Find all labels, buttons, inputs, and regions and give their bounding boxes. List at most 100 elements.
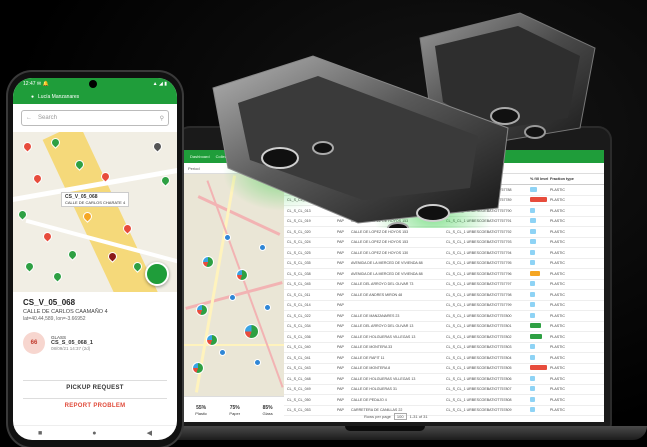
table-row[interactable]: CL_S_CL_020 PAP CALLE DE LOPEZ DE HOYOS 15… xyxy=(284,227,604,238)
fill-level-bar xyxy=(530,354,535,360)
row-id: CL_S_CL_035 xyxy=(287,261,311,266)
table-row[interactable]: CL_S_CL_011 PAP CALLE DE ANDRES MIRON 48 CL… xyxy=(284,290,604,301)
container-marker[interactable] xyxy=(219,349,226,356)
container-marker[interactable] xyxy=(259,244,266,251)
table-row[interactable]: CL_S_CL_043 PAP CALLE DE MONTERA 8 CL_S_CL_… xyxy=(284,364,604,374)
cluster-marker[interactable] xyxy=(244,324,259,339)
row-type-code: PAP xyxy=(337,303,344,308)
container-pin[interactable] xyxy=(159,174,172,187)
fill-level-bar xyxy=(530,323,541,329)
table-row[interactable]: CL_S_CL_035 PAP AVENIDA DE LA MERCED DE VI… xyxy=(284,259,604,269)
detail-code: CS_V_05_068 xyxy=(23,298,76,307)
table-row[interactable]: CL_S_CL_048 PAP CALLE DE HOLGUERAS VILLEGA… xyxy=(284,374,604,385)
row-container-id: CL_S_CL_1 URBESCOEBATIOT757800 xyxy=(446,313,512,318)
row-fraction-type: PLASTIC xyxy=(550,387,565,392)
row-id: CL_S_CL_025 xyxy=(287,250,311,255)
table-row[interactable]: CL_S_CL_050 PAP CALLE DE PEDAJO 4 CL_S_CL_1… xyxy=(284,395,604,406)
fill-level-bar xyxy=(530,239,536,245)
container-pin[interactable] xyxy=(21,140,34,153)
row-container-id: CL_S_CL_1 URBESCOEBATIOT757796 xyxy=(446,271,512,276)
container-pin[interactable] xyxy=(23,260,36,273)
row-container-id: CL_S_CL_1 URBESCOEBATIOT757798 xyxy=(446,292,512,297)
pagination: Rows per page 100 1-31 of 31 xyxy=(364,413,428,420)
user-bar: ● Lucía Manzanares xyxy=(13,90,177,104)
row-address: CARRETERA DE CANILLAS 22 xyxy=(351,408,403,413)
filter-icon[interactable]: ⚲ xyxy=(160,115,164,122)
container-pin[interactable] xyxy=(31,172,44,185)
row-fraction-type: PLASTIC xyxy=(550,313,565,318)
table-row[interactable]: CL_S_CL_045 PAP CALLE DEL ARROYO DEL OLIVA… xyxy=(284,280,604,290)
container-pin[interactable] xyxy=(66,248,79,261)
table-row[interactable]: CL_S_CL_040 PAP CALLE DE MONTERA 33 CL_S_CL… xyxy=(284,343,604,353)
row-container-id: CL_S_CL_1 URBESCOEBATIOT757794 xyxy=(446,250,512,255)
my-location-button[interactable] xyxy=(145,262,169,286)
report-problem-button[interactable]: REPORT PROBLEM xyxy=(23,398,167,413)
row-fraction-type: PLASTIC xyxy=(550,324,565,329)
cluster-marker[interactable] xyxy=(202,256,214,268)
fill-level-bar xyxy=(530,186,537,192)
container-pin[interactable] xyxy=(41,230,54,243)
container-marker[interactable] xyxy=(224,234,231,241)
status-time: 12:47 ✉ 🔔 xyxy=(23,81,49,87)
row-id: CL_S_CL_022 xyxy=(287,313,311,318)
table-row[interactable]: CL_S_CL_034 PAP CALLE DEL ARROYO DEL OLIVA… xyxy=(284,322,604,332)
search-input[interactable]: ← Search ⚲ xyxy=(21,110,169,126)
table-row[interactable]: CL_S_CL_041 PAP CALLE DE RAFIT 11 CL_S_CL_1… xyxy=(284,353,604,364)
cluster-marker[interactable] xyxy=(206,334,218,346)
cluster-marker[interactable] xyxy=(196,304,208,316)
row-type-code: PAP xyxy=(337,345,344,350)
row-address: CALLE DE PEDAJO 4 xyxy=(351,397,387,402)
row-type-code: PAP xyxy=(337,282,344,287)
pickup-request-button[interactable]: PICKUP REQUEST xyxy=(23,380,167,395)
row-type-code: PAP xyxy=(337,292,344,297)
row-container-id: CL_S_CL_1 URBESCOEBATIOT757809 xyxy=(446,408,512,413)
container-marker[interactable] xyxy=(254,359,261,366)
table-row[interactable]: CL_S_CL_038 PAP AVENIDA DE LA MERCED DE VI… xyxy=(284,269,604,280)
container-marker[interactable] xyxy=(264,304,271,311)
row-type-code: PAP xyxy=(337,313,344,318)
table-row[interactable]: CL_S_CL_025 PAP CALLE DE LOPEZ DE HOYOS 13… xyxy=(284,248,604,259)
row-id: CL_S_CL_043 xyxy=(287,366,311,371)
row-fraction-type: PLASTIC xyxy=(550,240,565,245)
table-row[interactable]: CL_S_CL_022 PAP CALLE DE MANZANARES 23 CL_S… xyxy=(284,311,604,322)
table-row[interactable]: CL_S_CL_036 PAP CALLE DE HOLGUERAS VILLEGA… xyxy=(284,332,604,343)
container-marker[interactable] xyxy=(229,294,236,301)
row-type-code: PAP xyxy=(337,334,344,339)
row-fraction-type: PLASTIC xyxy=(550,208,565,213)
fill-level-bar xyxy=(530,302,535,308)
cluster-marker[interactable] xyxy=(236,269,248,281)
nav-back-icon[interactable]: ◀ xyxy=(147,429,152,437)
stat-paper: 75% Paper xyxy=(229,404,241,416)
table-row[interactable]: CL_S_CL_049 PAP CALLE DE HOLGUERAS 31 CL_S_… xyxy=(284,385,604,395)
period-filter[interactable]: Period xyxy=(188,166,200,171)
tab-dashboard[interactable]: Dashboard xyxy=(190,154,210,159)
fill-level-bar xyxy=(530,218,536,224)
col-fill-level[interactable]: % fill level xyxy=(530,177,550,181)
phone-map[interactable]: CS_V_05_068 CALLE DE CARLOS CHARATE 4 xyxy=(13,132,177,292)
row-id: CL_S_CL_020 xyxy=(287,229,311,234)
fill-level-bar xyxy=(530,312,535,318)
bin-item[interactable]: 66 GLASS CS_S_05_068_1 08/09/21 14:37 (2… xyxy=(23,332,167,354)
col-fraction-type[interactable]: Fraction type xyxy=(550,177,580,181)
cluster-marker[interactable] xyxy=(192,362,204,374)
fill-level-bar xyxy=(530,207,535,213)
row-fraction-type: PLASTIC xyxy=(550,345,565,350)
selected-container-label: CS_V_05_068 CALLE DE CARLOS CHARATE 4 xyxy=(61,192,130,207)
row-address: AVENIDA DE LA MERCED DE VIVIENDA 88 xyxy=(351,261,423,266)
nav-home-icon[interactable]: ● xyxy=(92,430,96,437)
table-row[interactable]: CL_S_CL_014 PAP CL_S_CL_1 URBESCOEBATIOT75… xyxy=(284,301,604,311)
rows-per-page-select[interactable]: 100 xyxy=(393,413,407,420)
search-placeholder: Search xyxy=(38,115,58,121)
row-container-id: CL_S_CL_1 URBESCOEBATIOT757795 xyxy=(446,261,512,266)
back-arrow-icon[interactable]: ← xyxy=(26,115,32,121)
row-container-id: CL_S_CL_1 URBESCOEBATIOT757803 xyxy=(446,345,512,350)
nav-recent-icon[interactable]: ■ xyxy=(38,430,42,437)
container-pin[interactable] xyxy=(151,140,164,153)
table-row[interactable]: CL_S_CL_053 PAP CARRETERA DE CANILLAS 22 CL… xyxy=(284,406,604,416)
row-type-code: PAP xyxy=(337,355,344,360)
table-row[interactable]: CL_S_CL_024 PAP CALLE DE LOPEZ DE HOYOS 15… xyxy=(284,238,604,248)
container-pin[interactable] xyxy=(51,270,64,283)
stat-glass: 85% Glass xyxy=(262,404,273,416)
row-address: AVENIDA DE LA MERCED DE VIVIENDA 88 xyxy=(351,271,423,276)
fill-level-bar xyxy=(530,344,535,350)
